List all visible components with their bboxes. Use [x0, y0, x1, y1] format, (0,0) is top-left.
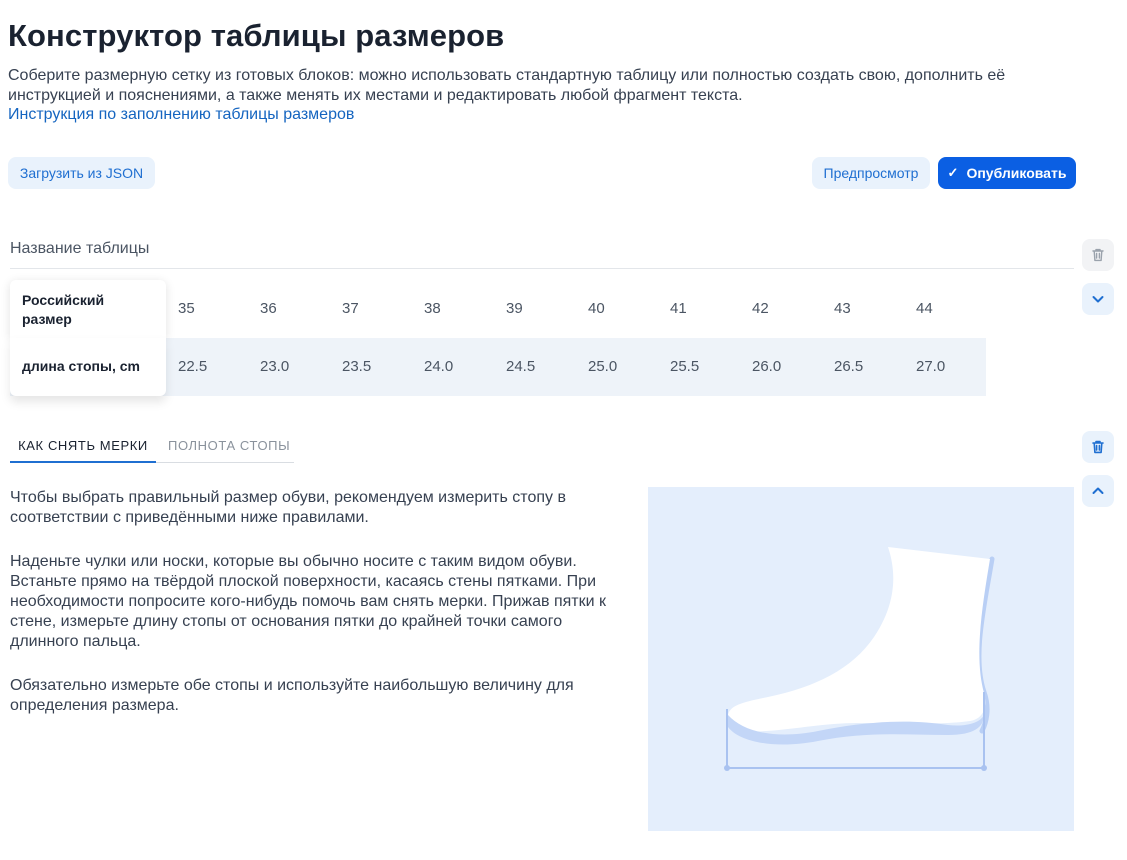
table-row: Российский размер 35 36 37 38 39 40 41 4… — [10, 280, 986, 338]
table-cell[interactable]: 40 — [588, 280, 605, 338]
instruction-link[interactable]: Инструкция по заполнению таблицы размеро… — [8, 106, 354, 124]
table-cell[interactable]: 23.5 — [342, 338, 371, 396]
table-cell[interactable]: 25.0 — [588, 338, 617, 396]
table-cell[interactable]: 24.5 — [506, 338, 535, 396]
table-name-field[interactable]: Название таблицы — [10, 236, 1074, 269]
table-cell[interactable]: 24.0 — [424, 338, 453, 396]
expand-instruction-button[interactable] — [1082, 475, 1114, 507]
trash-icon — [1092, 440, 1104, 454]
table-cell[interactable]: 35 — [178, 280, 195, 338]
size-table: Российский размер 35 36 37 38 39 40 41 4… — [10, 280, 986, 396]
delete-table-button[interactable] — [1082, 239, 1114, 271]
collapse-table-button[interactable] — [1082, 283, 1114, 315]
trash-icon — [1092, 248, 1104, 262]
load-json-button[interactable]: Загрузить из JSON — [8, 157, 155, 189]
table-cell[interactable]: 27.0 — [916, 338, 945, 396]
preview-button[interactable]: Предпросмотр — [812, 157, 930, 189]
instruction-paragraph[interactable]: Чтобы выбрать правильный размер обуви, р… — [10, 488, 610, 528]
table-name-placeholder: Название таблицы — [10, 240, 150, 257]
table-row: длина стопы, cm 22.5 23.0 23.5 24.0 24.5… — [10, 338, 986, 396]
chevron-down-icon — [1092, 296, 1104, 303]
table-cell[interactable]: 39 — [506, 280, 523, 338]
delete-instruction-button[interactable] — [1082, 431, 1114, 463]
tab-how-to-measure[interactable]: КАК СНЯТЬ МЕРКИ — [10, 430, 156, 463]
chevron-up-icon — [1092, 487, 1104, 494]
table-cell[interactable]: 36 — [260, 280, 277, 338]
table-cell[interactable]: 23.0 — [260, 338, 289, 396]
publish-button-label: Опубликовать — [966, 165, 1067, 181]
instruction-tabs: КАК СНЯТЬ МЕРКИ ПОЛНОТА СТОПЫ — [10, 430, 294, 463]
foot-measure-illustration — [648, 487, 1074, 831]
foot-icon — [724, 547, 995, 771]
table-cell[interactable]: 44 — [916, 280, 933, 338]
row-header-foot-length[interactable]: длина стопы, cm — [10, 338, 166, 396]
publish-button[interactable]: ✓ Опубликовать — [938, 157, 1076, 189]
instruction-paragraph[interactable]: Обязательно измерьте обе стопы и использ… — [10, 676, 610, 716]
table-cell[interactable]: 26.0 — [752, 338, 781, 396]
table-cell[interactable]: 25.5 — [670, 338, 699, 396]
row-header-russian-size[interactable]: Российский размер — [10, 280, 166, 338]
instruction-paragraph[interactable]: Наденьте чулки или носки, которые вы обы… — [10, 552, 610, 652]
table-cell[interactable]: 41 — [670, 280, 687, 338]
table-cell[interactable]: 43 — [834, 280, 851, 338]
table-cell[interactable]: 26.5 — [834, 338, 863, 396]
page-description: Соберите размерную сетку из готовых блок… — [8, 67, 1006, 104]
table-cell[interactable]: 22.5 — [178, 338, 207, 396]
table-cell[interactable]: 42 — [752, 280, 769, 338]
table-cell[interactable]: 37 — [342, 280, 359, 338]
table-cell[interactable]: 38 — [424, 280, 441, 338]
check-icon: ✓ — [947, 165, 959, 180]
page-title: Конструктор таблицы размеров — [8, 18, 505, 53]
tab-foot-width[interactable]: ПОЛНОТА СТОПЫ — [168, 430, 294, 463]
